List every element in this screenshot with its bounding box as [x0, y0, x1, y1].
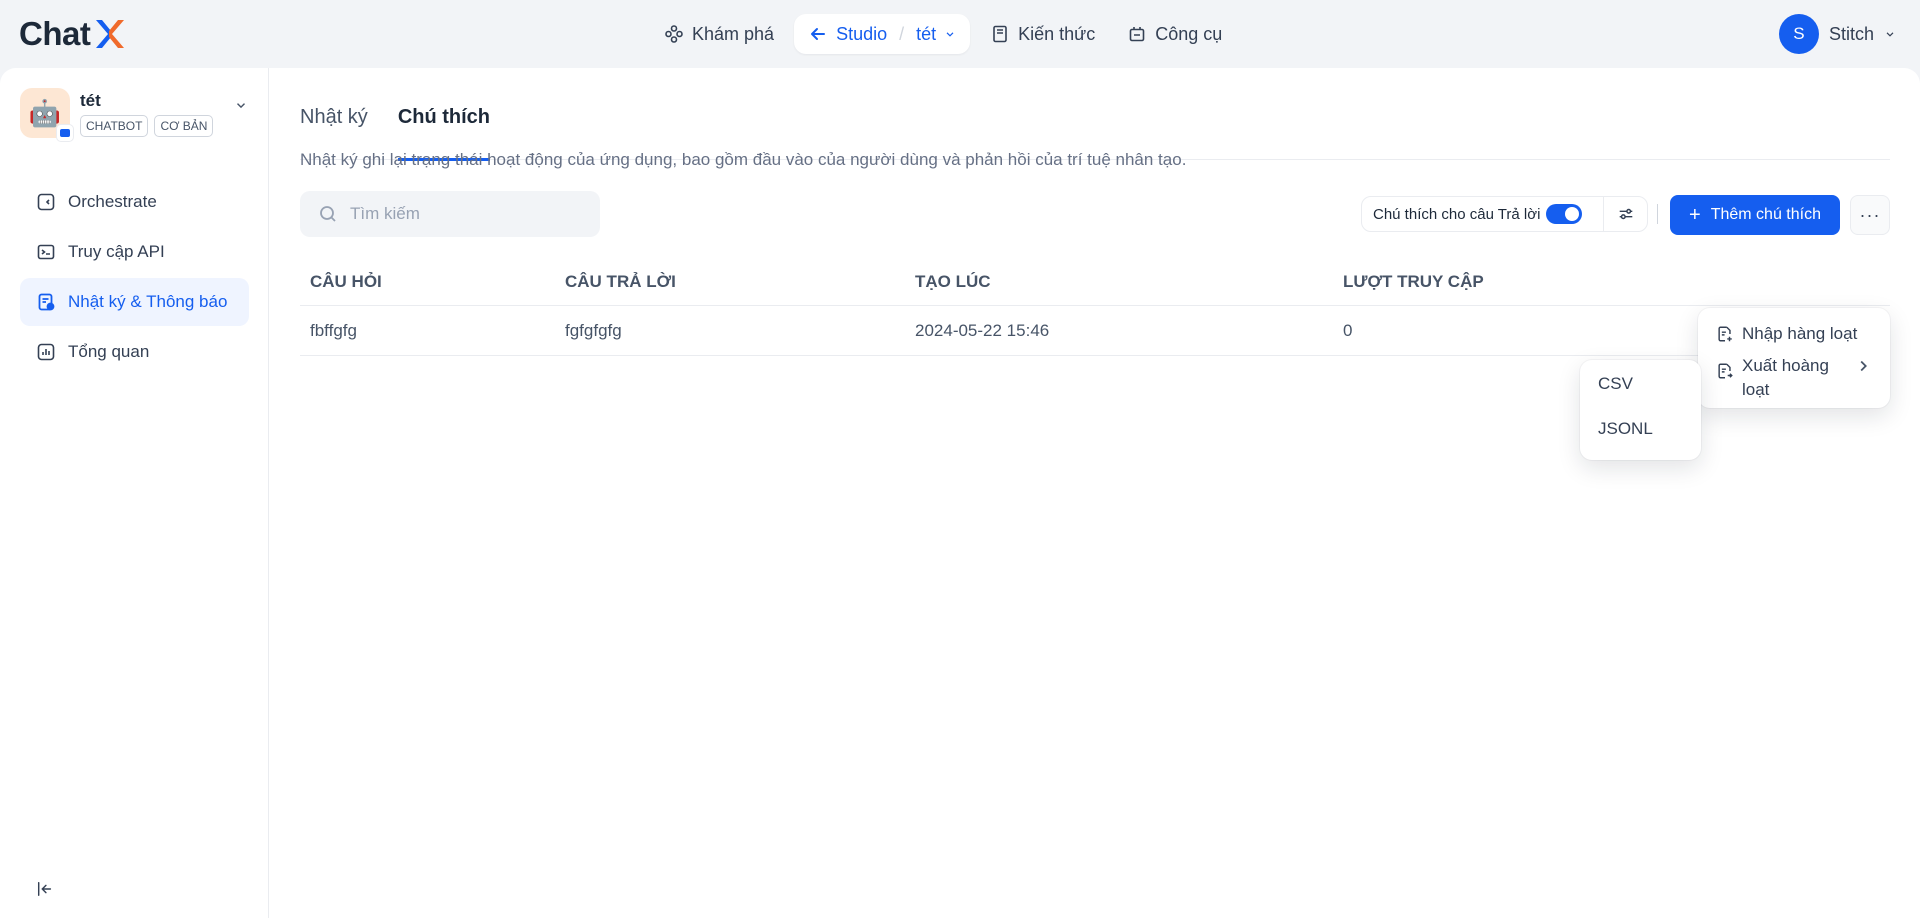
- app-tags: CHATBOT CƠ BẢN: [80, 115, 214, 137]
- arrow-left-icon: [811, 28, 826, 40]
- main-panel: 🤖 tét CHATBOT CƠ BẢN Orchestrate Truy cậ…: [0, 68, 1920, 918]
- app-mode-tag: CƠ BẢN: [154, 115, 214, 137]
- export-csv-option[interactable]: CSV: [1598, 372, 1683, 417]
- more-options-button[interactable]: ···: [1850, 195, 1890, 235]
- more-options-menu: Nhập hàng loạt Xuất hoàng loạt: [1698, 308, 1890, 408]
- bulk-import-label: Nhập hàng loạt: [1742, 324, 1858, 343]
- page-description: Nhật ký ghi lại trạng thái hoạt động của…: [300, 150, 1187, 169]
- search-placeholder: Tìm kiếm: [350, 204, 420, 223]
- cell-answer: fgfgfgfg: [565, 320, 622, 340]
- sidebar-item-label: Tổng quan: [68, 342, 150, 361]
- sidebar: 🤖 tét CHATBOT CƠ BẢN Orchestrate Truy cậ…: [0, 68, 269, 918]
- cell-created: 2024-05-22 15:46: [915, 320, 1050, 340]
- app-type-tag: CHATBOT: [80, 115, 149, 137]
- menu-item-bulk-export[interactable]: Xuất hoàng loạt: [1710, 352, 1878, 404]
- app-logo[interactable]: Chat: [19, 15, 128, 53]
- main-nav: Khám phá Studio / tét Kiến thức Công cụ: [652, 14, 1234, 54]
- nav-studio[interactable]: Studio / tét: [794, 14, 971, 54]
- app-name: tét: [80, 91, 101, 110]
- sidebar-item-label: Nhật ký & Thông báo: [68, 292, 228, 311]
- breadcrumb-separator: /: [899, 23, 905, 44]
- annotation-reply-switch[interactable]: [1546, 204, 1583, 224]
- table-row[interactable]: fbffgfg fgfgfgfg 2024-05-22 15:46 0: [300, 306, 1890, 356]
- content-area: Nhật ký Chú thích Nhật ký ghi lại trạng …: [300, 68, 1890, 918]
- sidebar-item-logs[interactable]: Nhật ký & Thông báo: [20, 278, 249, 326]
- sidebar-menu: Orchestrate Truy cập API Nhật ký & Thông…: [20, 178, 249, 378]
- terminal-icon: [37, 244, 55, 260]
- menu-item-bulk-import[interactable]: Nhập hàng loạt: [1710, 320, 1878, 348]
- logo-x-icon: [96, 20, 125, 48]
- chevron-down-icon: [1886, 32, 1894, 37]
- plus-icon: +: [1689, 204, 1701, 226]
- annotation-reply-label: Chú thích cho câu Trả lời: [1373, 205, 1541, 223]
- chevron-down-icon[interactable]: [234, 98, 248, 112]
- toolbar-divider: [1657, 204, 1658, 224]
- explore-icon: [665, 25, 683, 43]
- more-icon: ···: [1859, 204, 1881, 225]
- logo-text: Chat: [19, 15, 91, 52]
- annotation-settings-button[interactable]: [1603, 197, 1647, 231]
- sidebar-item-overview[interactable]: Tổng quan: [20, 328, 249, 376]
- nav-knowledge[interactable]: Kiến thức: [978, 14, 1107, 54]
- nav-knowledge-label: Kiến thức: [1018, 23, 1096, 44]
- chart-icon: [37, 343, 55, 361]
- export-jsonl-option[interactable]: JSONL: [1598, 417, 1683, 462]
- column-header: LƯỢT TRUY CẬP: [1343, 271, 1484, 291]
- annotations-table: CÂU HỎI CÂU TRẢ LỜI TẠO LÚC LƯỢT TRUY CẬ…: [300, 258, 1890, 356]
- nav-tools-label: Công cụ: [1155, 23, 1223, 44]
- file-import-icon: [1718, 326, 1732, 342]
- sidebar-item-label: Orchestrate: [68, 192, 157, 211]
- annotation-reply-toggle-group: Chú thích cho câu Trả lời: [1361, 196, 1648, 232]
- column-header: CÂU TRẢ LỜI: [565, 271, 676, 291]
- user-menu[interactable]: S Stitch: [1778, 14, 1896, 54]
- nav-studio-label: Studio: [836, 23, 888, 44]
- tools-icon: [1129, 27, 1145, 42]
- sliders-icon: [1619, 208, 1632, 220]
- add-annotation-button[interactable]: + Thêm chú thích: [1670, 195, 1840, 235]
- column-header: TẠO LÚC: [915, 271, 991, 291]
- add-annotation-label: Thêm chú thích: [1710, 206, 1821, 223]
- orchestrate-icon: [37, 193, 55, 211]
- nav-current-app[interactable]: tét: [916, 24, 936, 45]
- collapse-sidebar-icon[interactable]: [36, 880, 54, 898]
- nav-explore[interactable]: Khám phá: [652, 14, 786, 54]
- sidebar-item-orchestrate[interactable]: Orchestrate: [20, 178, 249, 226]
- sidebar-item-label: Truy cập API: [68, 242, 165, 261]
- export-format-submenu: CSV JSONL: [1580, 360, 1701, 460]
- table-header: CÂU HỎI CÂU TRẢ LỜI TẠO LÚC LƯỢT TRUY CẬ…: [300, 258, 1890, 306]
- sidebar-item-api[interactable]: Truy cập API: [20, 228, 249, 276]
- column-header: CÂU HỎI: [310, 271, 382, 291]
- search-input[interactable]: Tìm kiếm: [300, 191, 600, 237]
- chevron-down-icon: [946, 32, 954, 37]
- app-card[interactable]: 🤖 tét CHATBOT CƠ BẢN: [20, 88, 250, 148]
- search-icon: [320, 206, 336, 222]
- top-header: Chat Khám phá Studio / tét Kiến thức Côn…: [0, 0, 1920, 68]
- chevron-right-icon: [1860, 360, 1867, 372]
- nav-explore-label: Khám phá: [692, 23, 775, 44]
- logs-icon: [38, 293, 55, 311]
- user-name: Stitch: [1828, 23, 1874, 44]
- bulk-export-label: Xuất hoàng loạt: [1742, 356, 1829, 399]
- file-export-icon: [1718, 363, 1733, 379]
- cell-hits: 0: [1343, 320, 1353, 340]
- avatar: S: [1778, 14, 1819, 54]
- chatbot-badge-icon: [56, 124, 74, 142]
- book-icon: [993, 25, 1007, 43]
- nav-tools[interactable]: Công cụ: [1115, 14, 1234, 54]
- cell-question: fbffgfg: [310, 320, 357, 340]
